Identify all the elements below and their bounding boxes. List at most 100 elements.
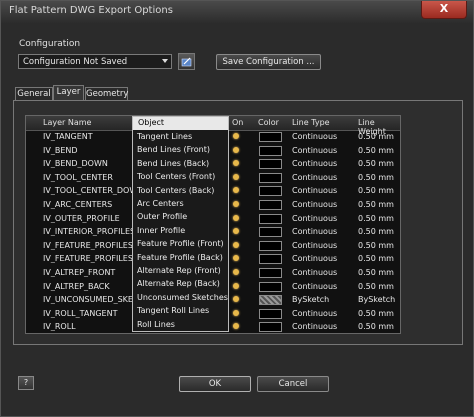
object-list-item[interactable]: Bend Lines (Front) [137,145,210,154]
color-swatch[interactable] [259,308,282,319]
object-list-item[interactable]: Alternate Rep (Back) [137,279,220,288]
color-swatch[interactable] [259,132,282,142]
line-type-cell[interactable]: Continuous [292,254,337,263]
line-type-cell[interactable]: Continuous [292,159,337,168]
object-popup-list[interactable]: Object Tangent Lines Bend Lines (Front) Be… [132,116,229,332]
object-list-item[interactable]: Outer Profile [137,212,187,221]
line-type-cell[interactable]: Continuous [292,173,337,182]
color-swatch[interactable] [259,322,282,333]
line-weight-cell[interactable]: 0.50 mm [358,227,394,236]
line-type-cell[interactable]: Continuous [292,309,337,318]
line-weight-cell[interactable]: 0.50 mm [358,322,394,331]
line-weight-cell[interactable]: BySketch [358,295,395,304]
lightbulb-icon[interactable] [233,282,239,289]
object-list-item[interactable]: Feature Profile (Back) [137,253,223,262]
line-weight-cell[interactable]: 0.50 mm [358,132,394,141]
object-list-item[interactable]: Tool Centers (Back) [137,186,214,195]
configuration-select-value: Configuration Not Saved [23,57,128,67]
configuration-select[interactable]: Configuration Not Saved [18,54,172,69]
tab-general-label: General [17,89,51,99]
line-weight-cell[interactable]: 0.50 mm [358,200,394,209]
tab-general[interactable]: General [15,87,53,101]
column-header-on[interactable]: On [232,118,243,127]
column-header-object[interactable]: Object [133,117,228,130]
lightbulb-icon[interactable] [233,228,239,235]
lightbulb-icon[interactable] [233,309,239,316]
object-header-label: Object [138,118,165,127]
line-weight-cell[interactable]: 0.50 mm [358,282,394,291]
color-swatch[interactable] [259,200,282,210]
line-type-cell[interactable]: Continuous [292,132,337,141]
column-header-color[interactable]: Color [258,118,279,127]
lightbulb-icon[interactable] [233,173,239,180]
lightbulb-icon[interactable] [233,255,239,262]
lightbulb-icon[interactable] [233,323,239,330]
dialog-window: Flat Pattern DWG Export Options X Config… [0,0,474,417]
color-swatch[interactable] [259,281,282,292]
color-swatch[interactable] [259,268,282,278]
line-type-cell[interactable]: Continuous [292,227,337,236]
line-weight-cell[interactable]: 0.50 mm [358,186,394,195]
object-list-item[interactable]: Tangent Lines [137,132,192,141]
line-weight-cell[interactable]: 0.50 mm [358,146,394,155]
object-list-item[interactable]: Unconsumed Sketches [137,293,228,302]
lightbulb-icon[interactable] [233,241,239,248]
line-weight-cell[interactable]: 0.50 mm [358,268,394,277]
object-list-item[interactable]: Inner Profile [137,226,185,235]
ok-button[interactable]: OK [179,376,251,392]
save-configuration-label: Save Configuration ... [222,57,315,67]
line-type-cell[interactable]: Continuous [292,200,337,209]
browse-configuration-button[interactable] [178,53,195,70]
line-weight-cell[interactable]: 0.50 mm [358,309,394,318]
cancel-label: Cancel [278,379,308,389]
lightbulb-icon[interactable] [233,160,239,167]
color-swatch[interactable] [259,227,282,238]
color-swatch[interactable] [259,172,282,183]
lightbulb-icon[interactable] [233,201,239,207]
color-swatch[interactable] [259,145,282,156]
object-list-item[interactable]: Feature Profile (Front) [137,239,224,248]
lightbulb-icon[interactable] [233,296,239,303]
close-button[interactable]: X [421,1,467,19]
object-list-item[interactable]: Bend Lines (Back) [137,159,209,168]
line-type-cell[interactable]: Continuous [292,282,337,291]
color-swatch[interactable] [259,159,282,170]
lightbulb-icon[interactable] [233,214,239,221]
line-type-cell[interactable]: Continuous [292,214,337,223]
tab-layer[interactable]: Layer [53,85,84,101]
color-swatch[interactable] [259,295,282,306]
color-swatch[interactable] [259,186,282,197]
line-type-cell[interactable]: Continuous [292,322,337,331]
column-header-layer-name[interactable]: Layer Name [43,118,91,127]
object-list-item[interactable]: Tool Centers (Front) [137,172,215,181]
window-title: Flat Pattern DWG Export Options [9,5,173,16]
lightbulb-icon[interactable] [233,269,239,275]
line-type-cell[interactable]: BySketch [292,295,329,304]
object-list-item[interactable]: Alternate Rep (Front) [137,266,221,275]
line-type-cell[interactable]: Continuous [292,268,337,277]
color-swatch[interactable] [259,213,282,224]
color-swatch[interactable] [259,254,282,265]
tab-geometry[interactable]: Geometry [85,87,128,101]
lightbulb-icon[interactable] [233,133,239,139]
object-list-item[interactable]: Arc Centers [137,199,184,208]
help-button[interactable]: ? [18,376,34,390]
object-list-item[interactable]: Tangent Roll Lines [137,306,209,315]
line-type-cell[interactable]: Continuous [292,241,337,250]
line-weight-cell[interactable]: 0.50 mm [358,241,394,250]
line-weight-cell[interactable]: 0.50 mm [358,254,394,263]
tab-layer-label: Layer [56,87,81,97]
column-header-line-type[interactable]: Line Type [292,118,330,127]
line-weight-cell[interactable]: 0.50 mm [358,173,394,182]
color-swatch[interactable] [259,240,282,251]
line-type-cell[interactable]: Continuous [292,146,337,155]
line-weight-cell[interactable]: 0.50 mm [358,159,394,168]
cancel-button[interactable]: Cancel [257,376,329,392]
line-type-cell[interactable]: Continuous [292,186,337,195]
save-configuration-button[interactable]: Save Configuration ... [216,54,321,70]
lightbulb-icon[interactable] [233,146,239,153]
lightbulb-icon[interactable] [233,187,239,194]
line-weight-cell[interactable]: 0.50 mm [358,214,394,223]
object-list-item[interactable]: Roll Lines [137,320,175,329]
chevron-down-icon [162,59,168,63]
